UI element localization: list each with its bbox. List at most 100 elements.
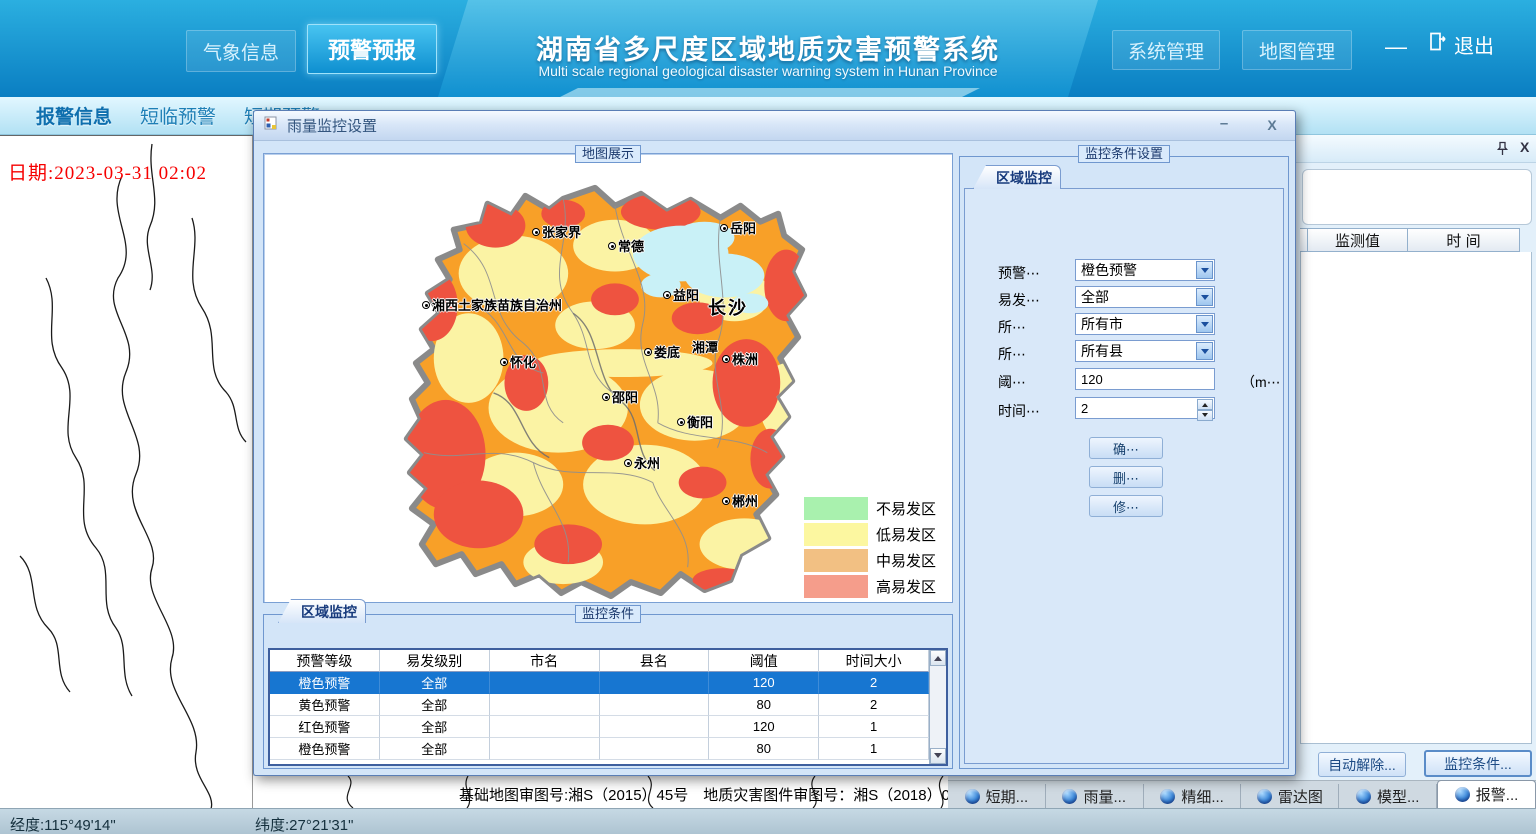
monitor-condition-button[interactable]: 监控条件... <box>1424 750 1532 777</box>
subnav-shortterm-imminent[interactable]: 短临预警 <box>140 102 216 129</box>
scroll-down-icon[interactable] <box>930 748 946 764</box>
field-label-prone: 易发⋯ <box>998 290 1040 310</box>
confirm-button[interactable]: 确⋯ <box>1089 437 1163 459</box>
tab-rainfall[interactable]: 雨量... <box>1046 784 1144 808</box>
city-label: 娄底 <box>654 342 680 361</box>
nav-weather-info[interactable]: 气象信息 <box>186 30 296 72</box>
county-select[interactable]: 所有县 <box>1075 340 1215 362</box>
city-label: 湘潭 <box>692 337 718 356</box>
modify-button[interactable]: 修⋯ <box>1089 495 1163 517</box>
subnav-alarm-info[interactable]: 报警信息 <box>36 102 112 129</box>
spinner-down-icon[interactable] <box>1197 410 1213 421</box>
exit-button[interactable]: 退出 <box>1428 30 1494 59</box>
dropdown-arrow-icon[interactable] <box>1196 261 1213 279</box>
monitor-conditions-group: 区域监控 预警等级 易发级别 市名 县名 阈值 时间大小 橙色预警 全部 120… <box>263 614 953 769</box>
city-dot-icon <box>722 355 730 363</box>
delete-button[interactable]: 删⋯ <box>1089 466 1163 488</box>
dialog-minimize-button[interactable]: – <box>1212 115 1236 132</box>
scroll-up-icon[interactable] <box>930 650 946 666</box>
legend-label: 低易发区 <box>876 524 936 545</box>
auto-release-button[interactable]: 自动解除... <box>1318 752 1406 777</box>
dropdown-arrow-icon[interactable] <box>1196 288 1213 306</box>
cell <box>600 694 710 716</box>
city-dot-icon <box>602 393 610 401</box>
dialog-close-button[interactable]: X <box>1260 117 1284 133</box>
cell: 1 <box>819 738 929 760</box>
city-label: 岳阳 <box>730 218 756 237</box>
city-marker: 株洲 <box>722 349 758 368</box>
field-label-city: 所⋯ <box>998 317 1026 337</box>
dialog-titlebar[interactable]: 雨量监控设置 <box>254 111 1295 141</box>
cell <box>600 716 710 738</box>
monitor-settings-group: 区域监控 预警⋯ 橙色预警 易发⋯ 全部 所⋯ 所有市 所⋯ <box>959 156 1289 769</box>
globe-icon <box>1455 787 1470 802</box>
tab-label: 精细... <box>1181 786 1224 807</box>
cell: 80 <box>709 694 819 716</box>
settings-group-label: 监控条件设置 <box>1078 145 1170 163</box>
legend-label: 中易发区 <box>876 550 936 571</box>
dropdown-arrow-icon[interactable] <box>1196 342 1213 360</box>
longitude-readout: 经度:115°49'14" <box>10 814 116 834</box>
table-row[interactable]: 黄色预警 全部 80 2 <box>270 694 929 716</box>
nav-map-management[interactable]: 地图管理 <box>1242 30 1352 70</box>
city-marker: 岳阳 <box>720 218 756 237</box>
city-dot-icon <box>677 418 685 426</box>
city-marker: 衡阳 <box>677 412 713 431</box>
column-time: 时 间 <box>1408 228 1520 252</box>
col-threshold: 阈值 <box>709 650 819 672</box>
city-label: 常德 <box>618 236 644 255</box>
cell: 黄色预警 <box>270 694 380 716</box>
tab-label: 模型... <box>1377 786 1420 807</box>
field-label-threshold: 阈⋯ <box>998 372 1026 392</box>
dropdown-arrow-icon[interactable] <box>1196 315 1213 333</box>
tab-radar-map[interactable]: 雷达图 <box>1241 784 1339 808</box>
city-label: 株洲 <box>732 349 758 368</box>
app-window: 湖南省多尺度区域地质灾害预警系统 Multi scale regional ge… <box>0 0 1536 834</box>
legend-label: 不易发区 <box>876 498 936 519</box>
city-marker: 长沙 <box>708 294 748 320</box>
spinner-up-icon[interactable] <box>1197 399 1213 410</box>
cell <box>490 716 600 738</box>
table-scrollbar[interactable] <box>929 650 946 764</box>
table-row[interactable]: 红色预警 全部 120 1 <box>270 716 929 738</box>
cell: 120 <box>709 716 819 738</box>
cell: 1 <box>819 716 929 738</box>
window-minimize-button[interactable]: — <box>1385 34 1407 60</box>
city-dot-icon <box>722 497 730 505</box>
prone-level-select[interactable]: 全部 <box>1075 286 1215 308</box>
nav-warning-forecast[interactable]: 预警预报 <box>307 24 437 74</box>
city-label: 长沙 <box>708 294 748 320</box>
alarm-dock-panel: X 监测值 时 间 自动解除... 监控条件... <box>1296 135 1536 784</box>
tab-alarm[interactable]: 报警... <box>1437 780 1536 808</box>
map-approval-numbers: 基础地图审图号:湘S（2015）45号 地质灾害图件审图号：湘S（2018）04… <box>459 784 982 805</box>
select-value: 全部 <box>1081 287 1109 307</box>
city-select[interactable]: 所有市 <box>1075 313 1215 335</box>
tab-region-monitor[interactable]: 区域监控 <box>278 599 366 623</box>
rainfall-monitor-settings-dialog: 雨量监控设置 – X 地图展示 <box>253 110 1296 776</box>
tab-region-monitor-settings[interactable]: 区域监控 <box>973 165 1061 189</box>
monitor-conditions-table: 预警等级 易发级别 市名 县名 阈值 时间大小 橙色预警 全部 120 2 黄色… <box>268 648 948 766</box>
tab-fine[interactable]: 精细... <box>1144 784 1242 808</box>
city-dot-icon <box>500 358 508 366</box>
dock-close-icon[interactable]: X <box>1520 139 1529 155</box>
city-dot-icon <box>608 242 616 250</box>
time-size-spinner[interactable]: 2 <box>1075 397 1215 419</box>
cell <box>490 694 600 716</box>
col-prone-level: 易发级别 <box>380 650 490 672</box>
map-contour-lines <box>0 136 253 809</box>
cell: 2 <box>819 694 929 716</box>
warning-level-select[interactable]: 橙色预警 <box>1075 259 1215 281</box>
cell: 120 <box>709 672 819 694</box>
nav-system-management[interactable]: 系统管理 <box>1112 30 1220 70</box>
city-marker: 怀化 <box>500 352 536 371</box>
pin-icon[interactable] <box>1496 141 1509 161</box>
city-dot-icon <box>624 459 632 467</box>
tab-model[interactable]: 模型... <box>1339 784 1437 808</box>
table-row[interactable]: 橙色预警 全部 120 2 <box>270 672 929 694</box>
tab-shortterm[interactable]: 短期... <box>948 784 1046 808</box>
legend-item: 不易发区 <box>804 496 936 520</box>
header-decor <box>560 88 980 97</box>
threshold-input[interactable]: 120 <box>1075 368 1215 390</box>
table-row[interactable]: 橙色预警 全部 80 1 <box>270 738 929 760</box>
status-bar: 经度:115°49'14" 纬度:27°21'31" <box>0 808 1536 834</box>
